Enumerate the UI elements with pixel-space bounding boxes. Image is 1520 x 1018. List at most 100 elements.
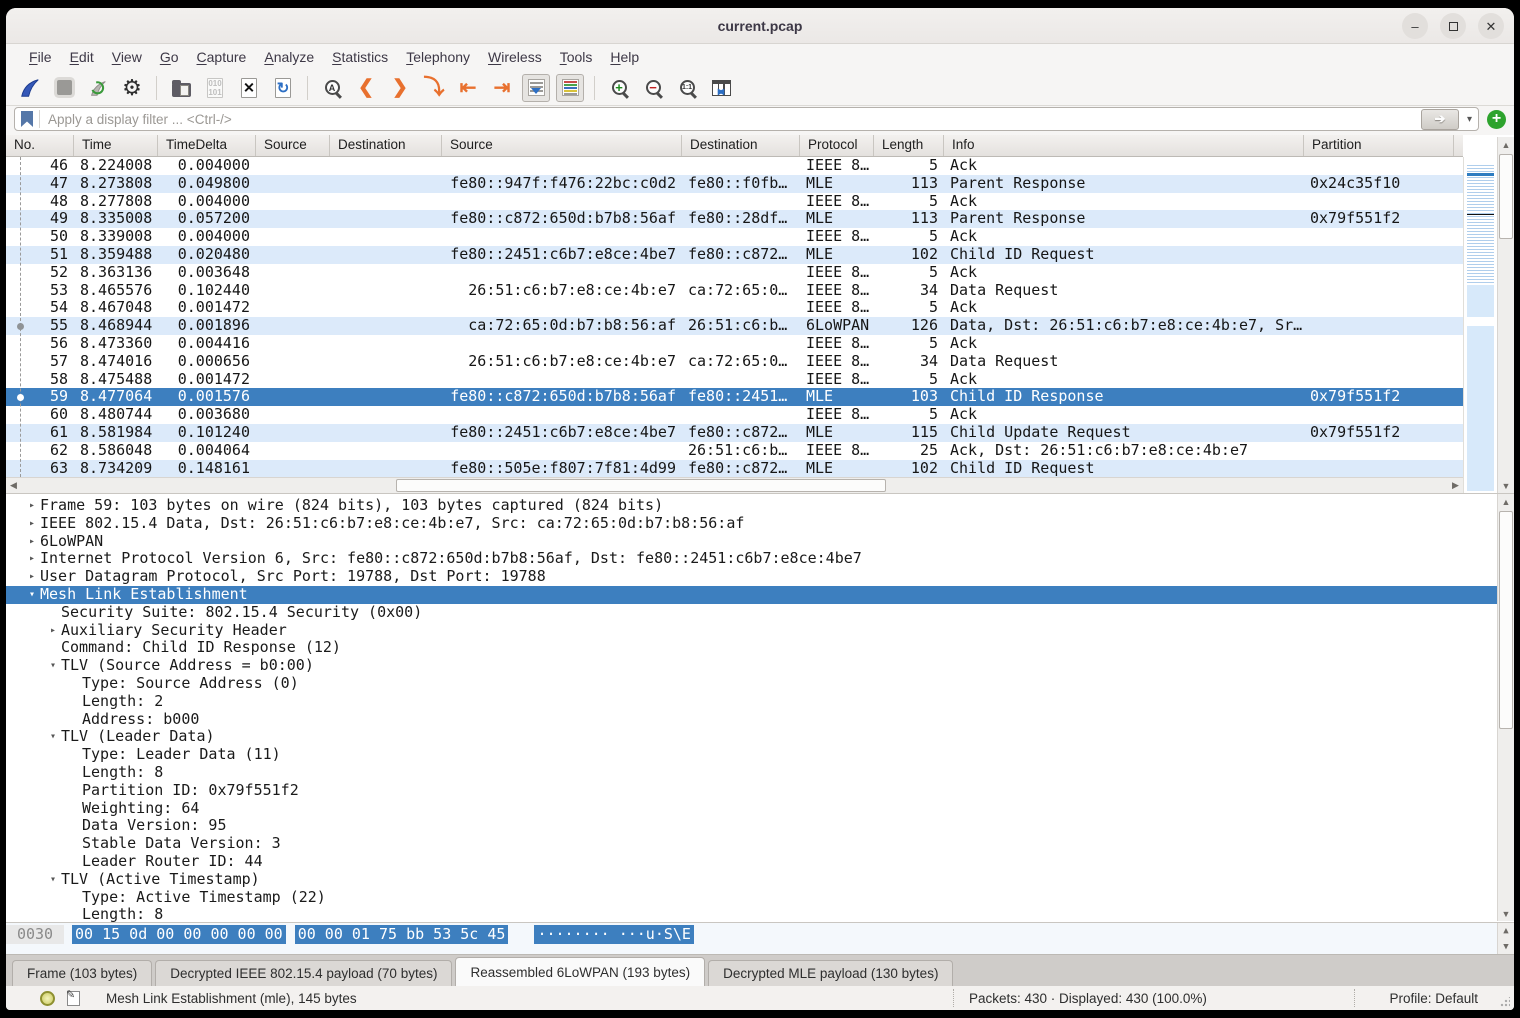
expanded-arrow-icon[interactable]: ▾	[24, 586, 40, 604]
detail-line[interactable]: Length: 8	[6, 906, 1497, 922]
packet-list-hscrollbar[interactable]: ◀ ▶	[6, 477, 1463, 493]
detail-line[interactable]: ▾TLV (Leader Data)	[6, 728, 1497, 746]
expanded-arrow-icon[interactable]: ▾	[45, 728, 61, 746]
menu-analyze[interactable]: Analyze	[255, 47, 323, 67]
detail-line[interactable]: ▾TLV (Source Address = b0:00)	[6, 657, 1497, 675]
scroll-up-arrow[interactable]: ▲	[1498, 137, 1514, 152]
collapsed-arrow-icon[interactable]: ▸	[45, 622, 61, 640]
bookmark-icon[interactable]	[21, 111, 33, 127]
expanded-arrow-icon[interactable]: ▾	[45, 657, 61, 675]
hscroll-thumb[interactable]	[396, 479, 886, 492]
maximize-button[interactable]	[1440, 13, 1466, 39]
intelligent-scrollbar-minimap[interactable]	[1463, 157, 1497, 493]
scroll-down-arrow[interactable]: ▼	[1498, 906, 1514, 921]
save-file-icon[interactable]: 010101	[201, 74, 229, 102]
close-button[interactable]: ✕	[1478, 13, 1504, 39]
scroll-down-arrow[interactable]: ▼	[1498, 939, 1514, 954]
detail-line[interactable]: ▸IEEE 802.15.4 Data, Dst: 26:51:c6:b7:e8…	[6, 515, 1497, 533]
packet-row-63[interactable]: 638.7342090.148161fe80::505e:f807:7f81:4…	[6, 460, 1463, 477]
capture-options-icon[interactable]: ⚙	[118, 74, 146, 102]
menu-telephony[interactable]: Telephony	[397, 47, 479, 67]
collapsed-arrow-icon[interactable]: ▸	[24, 497, 40, 515]
filter-dropdown-caret[interactable]: ▾	[1465, 114, 1474, 125]
packet-row-55[interactable]: 558.4689440.001896ca:72:65:0d:b7:b8:56:a…	[6, 317, 1463, 335]
packet-row-62[interactable]: 628.5860480.00406426:51:c6:b…IEEE 8…25Ac…	[6, 442, 1463, 460]
detail-line[interactable]: Stable Data Version: 3	[6, 835, 1497, 853]
go-forward-icon[interactable]: ❯	[386, 74, 414, 102]
go-last-packet-icon[interactable]: ⇥	[488, 74, 516, 102]
profile-text[interactable]: Profile: Default	[1389, 991, 1478, 1006]
packet-row-48[interactable]: 488.2778080.004000IEEE 8…5Ack	[6, 193, 1463, 211]
scroll-thumb[interactable]	[1499, 154, 1513, 239]
add-filter-button[interactable]: +	[1487, 110, 1506, 129]
column-header-timedelta[interactable]: TimeDelta	[158, 135, 256, 156]
close-file-icon[interactable]: ✕	[235, 74, 263, 102]
menu-view[interactable]: View	[103, 47, 151, 67]
detail-line[interactable]: ▸User Datagram Protocol, Src Port: 19788…	[6, 568, 1497, 586]
zoom-out-icon[interactable]: −	[639, 74, 667, 102]
menu-capture[interactable]: Capture	[188, 47, 256, 67]
collapsed-arrow-icon[interactable]: ▸	[24, 515, 40, 533]
packet-row-58[interactable]: 588.4754880.001472IEEE 8…5Ack	[6, 371, 1463, 389]
column-header-partition[interactable]: Partition	[1304, 135, 1454, 156]
column-header-no[interactable]: No.	[6, 135, 74, 156]
detail-line[interactable]: Length: 8	[6, 764, 1497, 782]
colorize-packets-icon[interactable]	[556, 74, 584, 102]
detail-line[interactable]: ▾TLV (Active Timestamp)	[6, 871, 1497, 889]
byte-tab-2[interactable]: Reassembled 6LoWPAN (193 bytes)	[455, 957, 705, 986]
column-header-protocol[interactable]: Protocol	[800, 135, 874, 156]
column-header-info[interactable]: Info	[944, 135, 1304, 156]
reload-file-icon[interactable]: ↻	[269, 74, 297, 102]
collapsed-arrow-icon[interactable]: ▸	[24, 568, 40, 586]
detail-line[interactable]: Weighting: 64	[6, 800, 1497, 818]
menu-statistics[interactable]: Statistics	[323, 47, 397, 67]
detail-line[interactable]: Data Version: 95	[6, 817, 1497, 835]
menu-help[interactable]: Help	[601, 47, 648, 67]
hex-row[interactable]: 0030 00 15 0d 00 00 00 00 00 00 00 01 75…	[6, 925, 694, 944]
go-back-icon[interactable]: ❮	[352, 74, 380, 102]
detail-line[interactable]: Type: Source Address (0)	[6, 675, 1497, 693]
scroll-down-arrow[interactable]: ▼	[1498, 478, 1514, 493]
packet-row-60[interactable]: 608.4807440.003680IEEE 8…5Ack	[6, 406, 1463, 424]
zoom-original-icon[interactable]: 1:1	[673, 74, 701, 102]
detail-line[interactable]: Length: 2	[6, 693, 1497, 711]
packet-row-53[interactable]: 538.4655760.10244026:51:c6:b7:e8:ce:4b:e…	[6, 282, 1463, 300]
detail-line[interactable]: Security Suite: 802.15.4 Security (0x00)	[6, 604, 1497, 622]
display-filter-input[interactable]: ➔ ▾	[14, 107, 1479, 131]
packet-row-49[interactable]: 498.3350080.057200fe80::c872:650d:b7b8:5…	[6, 210, 1463, 228]
packet-row-47[interactable]: 478.2738080.049800fe80::947f:f476:22bc:c…	[6, 175, 1463, 193]
resize-grip[interactable]	[1500, 997, 1510, 1007]
column-header-destination[interactable]: Destination	[330, 135, 442, 156]
resize-columns-icon[interactable]: ◀▶	[707, 74, 735, 102]
stop-capture-icon[interactable]	[50, 74, 78, 102]
packet-row-50[interactable]: 508.3390080.004000IEEE 8…5Ack	[6, 228, 1463, 246]
scroll-up-arrow[interactable]: ▲	[1498, 923, 1514, 938]
minimize-button[interactable]: –	[1402, 13, 1428, 39]
detail-line[interactable]: ▾Mesh Link Establishment	[6, 586, 1497, 604]
packet-list-vscrollbar[interactable]: ▲ ▼	[1497, 137, 1514, 493]
open-file-icon[interactable]	[167, 74, 195, 102]
detail-line[interactable]: Type: Active Timestamp (22)	[6, 889, 1497, 907]
details-vscrollbar[interactable]: ▲ ▼	[1497, 494, 1514, 921]
detail-line[interactable]: Type: Leader Data (11)	[6, 746, 1497, 764]
column-header-destination[interactable]: Destination	[682, 135, 800, 156]
scroll-left-arrow[interactable]: ◀	[6, 478, 21, 493]
packet-row-59[interactable]: 598.4770640.001576fe80::c872:650d:b7b8:5…	[6, 388, 1463, 406]
scroll-right-arrow[interactable]: ▶	[1448, 478, 1463, 493]
byte-tab-3[interactable]: Decrypted MLE payload (130 bytes)	[708, 960, 953, 986]
expanded-arrow-icon[interactable]: ▾	[45, 871, 61, 889]
go-to-packet-icon[interactable]: ⤵	[420, 74, 448, 102]
packet-row-54[interactable]: 548.4670480.001472IEEE 8…5Ack	[6, 299, 1463, 317]
collapsed-arrow-icon[interactable]: ▸	[24, 533, 40, 551]
column-header-source[interactable]: Source	[442, 135, 682, 156]
expert-info-icon[interactable]	[40, 991, 55, 1006]
apply-filter-button[interactable]: ➔	[1421, 109, 1459, 130]
column-header-time[interactable]: Time	[74, 135, 158, 156]
find-packet-icon[interactable]: A	[318, 74, 346, 102]
packet-row-56[interactable]: 568.4733600.004416IEEE 8…5Ack	[6, 335, 1463, 353]
byte-tab-1[interactable]: Decrypted IEEE 802.15.4 payload (70 byte…	[155, 960, 452, 986]
restart-capture-icon[interactable]	[84, 74, 112, 102]
packet-row-61[interactable]: 618.5819840.101240fe80::2451:c6b7:e8ce:4…	[6, 424, 1463, 442]
detail-line[interactable]: Command: Child ID Response (12)	[6, 639, 1497, 657]
packet-row-46[interactable]: 468.2240080.004000IEEE 8…5Ack	[6, 157, 1463, 175]
